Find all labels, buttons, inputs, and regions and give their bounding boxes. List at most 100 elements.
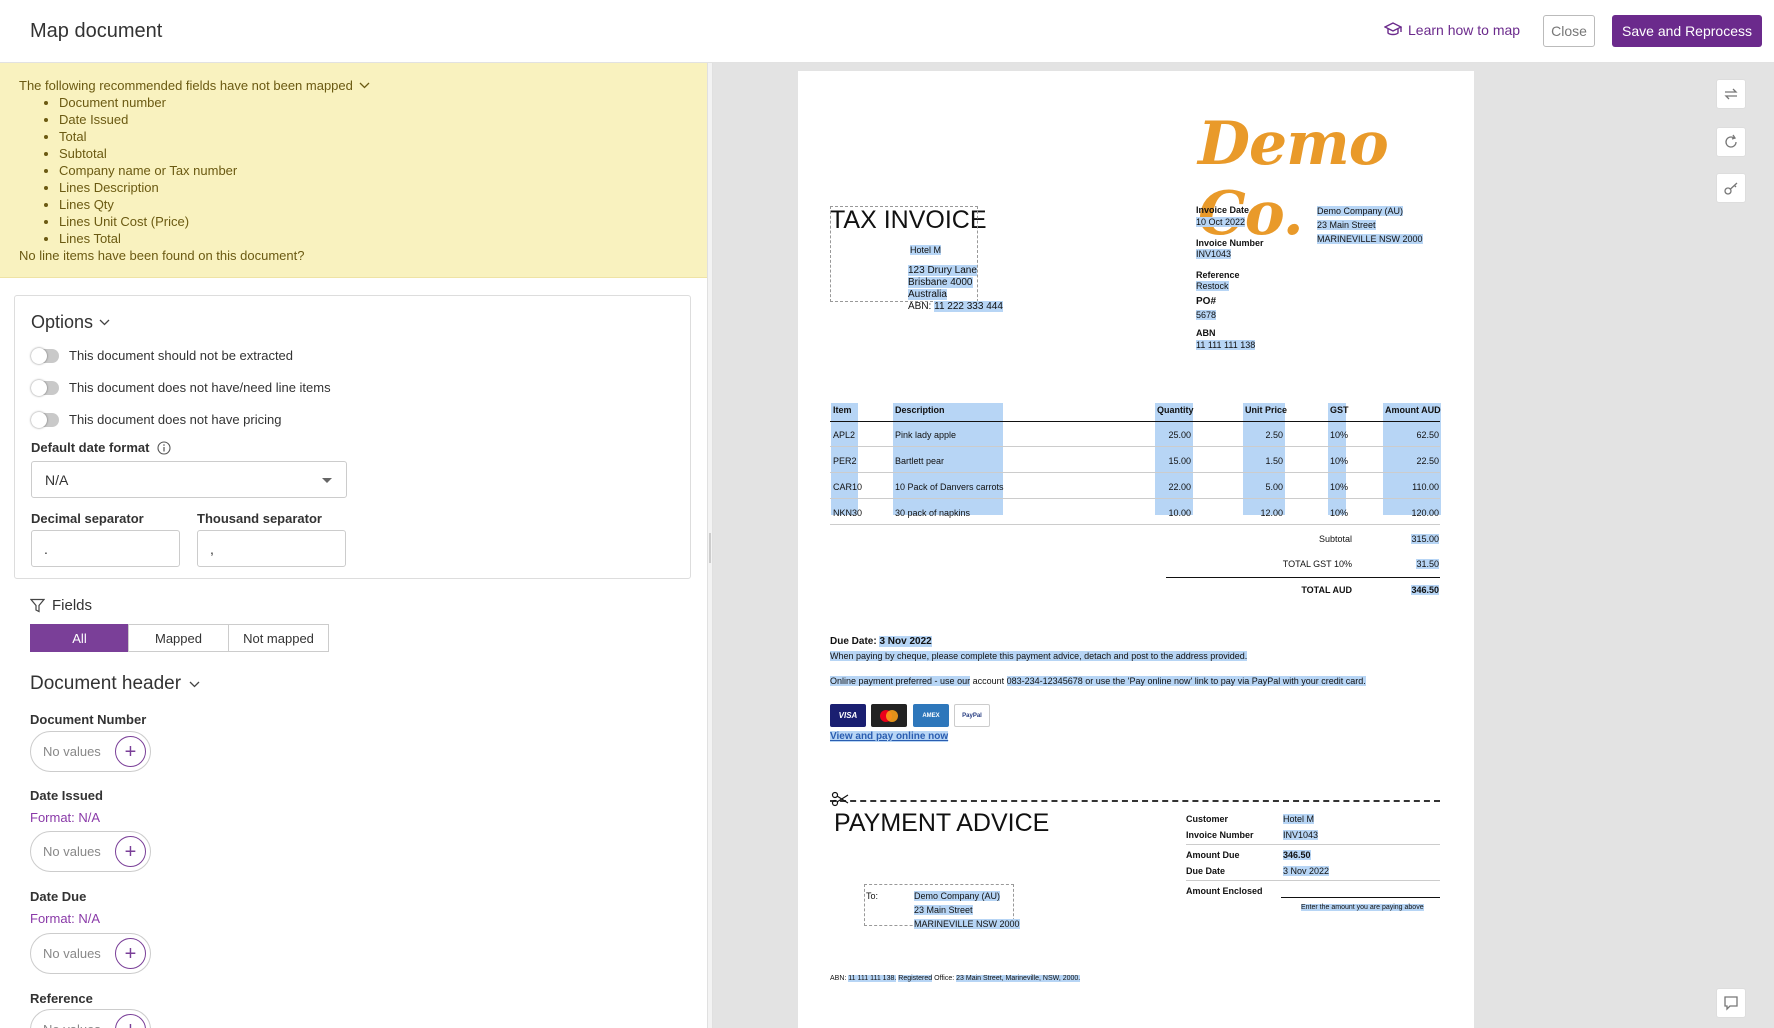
cell-unit-price: 2.50 xyxy=(1265,430,1283,440)
default-date-format-select[interactable]: N/A xyxy=(31,461,347,498)
resize-grip[interactable] xyxy=(709,533,711,563)
plus-icon[interactable]: + xyxy=(115,1014,146,1028)
gst-total-value[interactable]: 31.50 xyxy=(1406,559,1439,569)
reference-values[interactable]: No values + xyxy=(30,1009,151,1028)
date-issued-format[interactable]: Format: N/A xyxy=(30,810,100,825)
learn-how-to-map-link[interactable]: Learn how to map xyxy=(1384,22,1520,38)
key-mapping-button[interactable] xyxy=(1716,173,1746,203)
advice-invoice-number-value[interactable]: INV1043 xyxy=(1283,829,1319,841)
bill-to-name[interactable]: Hotel M xyxy=(910,244,942,256)
no-line-items-link[interactable]: No line items have been found on this do… xyxy=(19,247,707,264)
filter-not-mapped-button[interactable]: Not mapped xyxy=(228,624,329,652)
advice-due-date-value[interactable]: 3 Nov 2022 xyxy=(1283,865,1330,877)
advice-amount-due-value[interactable]: 346.50 xyxy=(1283,849,1311,861)
feedback-button[interactable] xyxy=(1716,988,1746,1018)
total-value[interactable]: 346.50 xyxy=(1403,585,1439,595)
paypal-icon: PayPal xyxy=(954,704,990,727)
meta-value-po[interactable]: 5678 xyxy=(1196,309,1217,321)
advice-customer-value[interactable]: Hotel M xyxy=(1283,813,1315,825)
cell-quantity: 22.00 xyxy=(1168,482,1191,492)
filter-mapped-button[interactable]: Mapped xyxy=(128,624,229,652)
decimal-separator-input[interactable] xyxy=(31,530,180,567)
toggle-label: This document should not be extracted xyxy=(69,348,294,363)
plus-icon[interactable]: + xyxy=(115,836,146,867)
subtotal-value[interactable]: 315.00 xyxy=(1406,534,1439,544)
cell-item: CAR10 xyxy=(833,482,863,492)
amount-enclosed-line xyxy=(1281,897,1440,898)
warning-heading[interactable]: The following recommended fields have no… xyxy=(19,77,707,94)
bill-to-country[interactable]: Australia xyxy=(908,289,947,301)
bill-to-street[interactable]: 123 Drury Lane xyxy=(908,265,977,277)
mailing-city[interactable]: MARINEVILLE NSW 2000 xyxy=(914,918,1020,930)
options-header[interactable]: Options xyxy=(31,312,110,333)
fields-title: Fields xyxy=(52,597,93,614)
save-and-reprocess-button[interactable]: Save and Reprocess xyxy=(1612,15,1762,47)
swap-arrows-icon xyxy=(1724,88,1738,100)
toggle-switch[interactable] xyxy=(31,411,59,428)
top-bar: Map document Learn how to map Close Save… xyxy=(0,0,1774,63)
document-header-section[interactable]: Document header xyxy=(30,673,200,695)
rotate-button[interactable] xyxy=(1716,127,1746,157)
company-street[interactable]: 23 Main Street xyxy=(1317,219,1376,231)
close-button[interactable]: Close xyxy=(1543,15,1595,47)
toggle-label: This document does not have/need line it… xyxy=(69,380,331,395)
meta-value-reference[interactable]: Restock xyxy=(1196,280,1229,292)
date-issued-values[interactable]: No values + xyxy=(30,831,151,872)
chevron-down-icon[interactable] xyxy=(359,82,370,89)
plus-icon[interactable]: + xyxy=(115,736,146,767)
list-item: Date Issued xyxy=(59,111,707,128)
meta-value-invoice-number[interactable]: INV1043 xyxy=(1196,248,1232,260)
cell-item: NKN30 xyxy=(833,508,863,518)
row-divider xyxy=(830,524,1440,525)
gst-total-label: TOTAL GST 10% xyxy=(1282,559,1352,569)
meta-value-invoice-date[interactable]: 10 Oct 2022 xyxy=(1196,216,1246,228)
chevron-down-icon[interactable] xyxy=(99,319,110,326)
due-date-line[interactable]: Due Date: 3 Nov 2022 xyxy=(830,636,932,648)
decimal-separator-label: Decimal separator xyxy=(31,511,144,526)
toggle-switch[interactable] xyxy=(31,379,59,396)
document-number-values[interactable]: No values + xyxy=(30,731,151,772)
cell-gst: 10% xyxy=(1330,430,1349,440)
unmapped-fields-warning: The following recommended fields have no… xyxy=(0,63,707,278)
toggle-no-pricing[interactable]: This document does not have pricing xyxy=(31,411,281,428)
date-due-values[interactable]: No values + xyxy=(30,933,151,974)
mapping-panel[interactable]: The following recommended fields have no… xyxy=(0,63,707,1028)
company-name[interactable]: Demo Company (AU) xyxy=(1317,205,1404,217)
mailing-company[interactable]: Demo Company (AU) xyxy=(914,890,1001,902)
cell-amount: 120.00 xyxy=(1411,508,1439,518)
amex-icon: AMEX xyxy=(913,704,949,727)
key-icon xyxy=(1724,182,1738,195)
mailing-street[interactable]: 23 Main Street xyxy=(914,904,973,916)
list-item: Lines Total xyxy=(59,230,707,247)
toggle-no-line-items[interactable]: This document does not have/need line it… xyxy=(31,379,331,396)
row-divider xyxy=(830,446,1440,447)
bill-to-abn[interactable]: ABN: 11 222 333 444 xyxy=(908,301,1003,313)
field-label-date-issued: Date Issued xyxy=(30,788,103,803)
graduation-cap-icon xyxy=(1384,22,1402,36)
table-header: Amount AUD xyxy=(1385,405,1441,415)
filter-all-button[interactable]: All xyxy=(30,624,129,652)
info-icon[interactable] xyxy=(157,440,172,455)
document-preview[interactable]: Demo Co. TAX INVOICE Hotel M 123 Drury L… xyxy=(713,63,1774,1028)
meta-label: ABN xyxy=(1196,328,1216,338)
advice-divider xyxy=(1186,844,1440,845)
cell-gst: 10% xyxy=(1330,456,1349,466)
cell-unit-price: 12.00 xyxy=(1260,508,1283,518)
toggle-not-extracted[interactable]: This document should not be extracted xyxy=(31,347,294,364)
view-and-pay-online-link[interactable]: View and pay online now xyxy=(830,731,949,743)
thousand-separator-input[interactable] xyxy=(197,530,346,567)
swap-button[interactable] xyxy=(1716,79,1746,109)
cell-amount: 110.00 xyxy=(1412,482,1439,492)
learn-how-to-map-label: Learn how to map xyxy=(1408,22,1521,38)
meta-value-abn[interactable]: 11 111 111 138 xyxy=(1196,339,1256,351)
date-due-format[interactable]: Format: N/A xyxy=(30,911,100,926)
bill-to-city[interactable]: Brisbane 4000 xyxy=(908,277,973,289)
company-city[interactable]: MARINEVILLE NSW 2000 xyxy=(1317,233,1423,245)
chevron-down-icon[interactable] xyxy=(189,681,200,688)
list-item: Company name or Tax number xyxy=(59,162,707,179)
cheque-note: When paying by cheque, please complete t… xyxy=(830,651,1248,661)
plus-icon[interactable]: + xyxy=(115,938,146,969)
visa-icon: VISA xyxy=(830,704,866,727)
toggle-switch[interactable] xyxy=(31,347,59,364)
list-item: Lines Qty xyxy=(59,196,707,213)
